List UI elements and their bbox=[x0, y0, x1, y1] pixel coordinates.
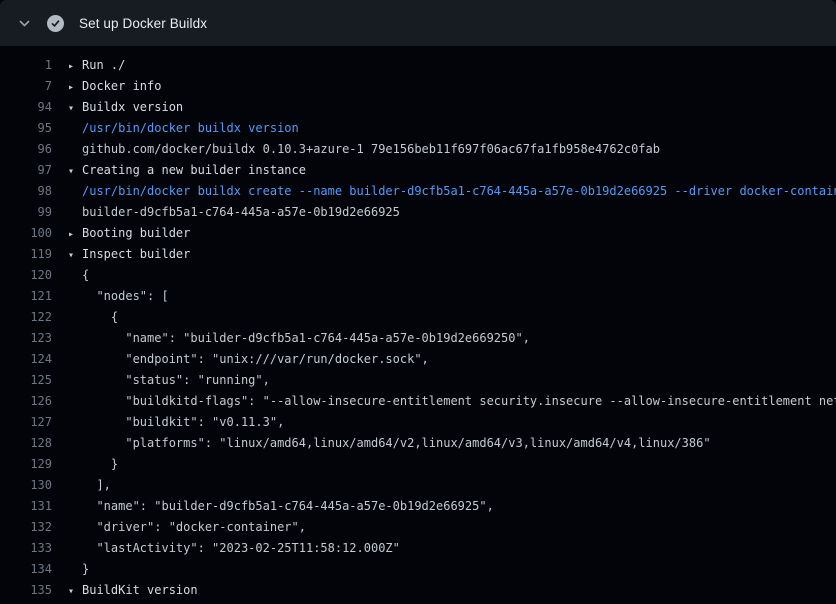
log-group-line[interactable]: 119 ▾Inspect builder bbox=[0, 244, 836, 265]
group-title: ▾BuildKit version bbox=[68, 580, 198, 601]
line-number[interactable]: 7 bbox=[0, 76, 52, 97]
line-number[interactable]: 130 bbox=[0, 475, 52, 496]
command-text: /usr/bin/docker buildx version bbox=[68, 118, 299, 139]
output-text: "name": "builder-d9cfb5a1-c764-445a-a57e… bbox=[68, 496, 494, 517]
line-number[interactable]: 120 bbox=[0, 265, 52, 286]
log-line: 127 "buildkit": "v0.11.3", bbox=[0, 412, 836, 433]
log-line: 121 "nodes": [ bbox=[0, 286, 836, 307]
line-number[interactable]: 127 bbox=[0, 412, 52, 433]
output-text: { bbox=[68, 265, 89, 286]
log-line: 131 "name": "builder-d9cfb5a1-c764-445a-… bbox=[0, 496, 836, 517]
log-line: 132 "driver": "docker-container", bbox=[0, 517, 836, 538]
log-line: 129 } bbox=[0, 454, 836, 475]
command-text: /usr/bin/docker buildx create --name bui… bbox=[68, 181, 836, 202]
group-title: ▸Docker info bbox=[68, 76, 161, 97]
output-text: "buildkitd-flags": "--allow-insecure-ent… bbox=[68, 391, 836, 412]
step-header[interactable]: Set up Docker Buildx bbox=[0, 0, 836, 46]
output-text: github.com/docker/buildx 0.10.3+azure-1 … bbox=[68, 139, 660, 160]
output-text: } bbox=[68, 454, 118, 475]
log-line: 130 ], bbox=[0, 475, 836, 496]
log-line: 123 "name": "builder-d9cfb5a1-c764-445a-… bbox=[0, 328, 836, 349]
log-group-line[interactable]: 7 ▸Docker info bbox=[0, 76, 836, 97]
line-number[interactable]: 128 bbox=[0, 433, 52, 454]
log-group-line[interactable]: 100 ▸Booting builder bbox=[0, 223, 836, 244]
line-number[interactable]: 95 bbox=[0, 118, 52, 139]
line-number[interactable]: 129 bbox=[0, 454, 52, 475]
line-number[interactable]: 131 bbox=[0, 496, 52, 517]
line-number[interactable]: 135 bbox=[0, 580, 52, 601]
line-number[interactable]: 94 bbox=[0, 97, 52, 118]
step-title: Set up Docker Buildx bbox=[79, 16, 207, 31]
log-group-line[interactable]: 1 ▸Run ./ bbox=[0, 55, 836, 76]
log-line: 128 "platforms": "linux/amd64,linux/amd6… bbox=[0, 433, 836, 454]
group-title: ▸Run ./ bbox=[68, 55, 125, 76]
line-number[interactable]: 121 bbox=[0, 286, 52, 307]
output-text: "buildkit": "v0.11.3", bbox=[68, 412, 284, 433]
line-number[interactable]: 125 bbox=[0, 370, 52, 391]
line-number[interactable]: 133 bbox=[0, 538, 52, 559]
group-title: ▾Buildx version bbox=[68, 97, 183, 118]
group-title: ▾Inspect builder bbox=[68, 244, 190, 265]
group-title: ▸Booting builder bbox=[68, 223, 190, 244]
line-number[interactable]: 1 bbox=[0, 55, 52, 76]
output-text: "driver": "docker-container", bbox=[68, 517, 306, 538]
triangle-expanded-icon[interactable]: ▾ bbox=[68, 161, 82, 182]
line-number[interactable]: 97 bbox=[0, 160, 52, 181]
log-group-line[interactable]: 135 ▾BuildKit version bbox=[0, 580, 836, 601]
log-line: 126 "buildkitd-flags": "--allow-insecure… bbox=[0, 391, 836, 412]
line-number[interactable]: 134 bbox=[0, 559, 52, 580]
output-text: { bbox=[68, 307, 118, 328]
triangle-expanded-icon[interactable]: ▾ bbox=[68, 581, 82, 602]
log-line: 124 "endpoint": "unix:///var/run/docker.… bbox=[0, 349, 836, 370]
line-number[interactable]: 126 bbox=[0, 391, 52, 412]
output-text: "name": "builder-d9cfb5a1-c764-445a-a57e… bbox=[68, 328, 530, 349]
output-text: "platforms": "linux/amd64,linux/amd64/v2… bbox=[68, 433, 711, 454]
line-number[interactable]: 96 bbox=[0, 139, 52, 160]
chevron-down-icon[interactable] bbox=[16, 15, 32, 31]
triangle-expanded-icon[interactable]: ▾ bbox=[68, 98, 82, 119]
line-number[interactable]: 99 bbox=[0, 202, 52, 223]
output-text: ], bbox=[68, 475, 111, 496]
log-line: 98/usr/bin/docker buildx create --name b… bbox=[0, 181, 836, 202]
output-text: builder-d9cfb5a1-c764-445a-a57e-0b19d2e6… bbox=[68, 202, 400, 223]
line-number[interactable]: 132 bbox=[0, 517, 52, 538]
output-text: "nodes": [ bbox=[68, 286, 169, 307]
log-line: 122 { bbox=[0, 307, 836, 328]
log-line: 99 builder-d9cfb5a1-c764-445a-a57e-0b19d2… bbox=[0, 202, 836, 223]
log-group-line[interactable]: 97 ▾Creating a new builder instance bbox=[0, 160, 836, 181]
line-number[interactable]: 123 bbox=[0, 328, 52, 349]
log-line: 96 github.com/docker/buildx 0.10.3+azure-… bbox=[0, 139, 836, 160]
triangle-collapsed-icon[interactable]: ▸ bbox=[68, 224, 82, 245]
line-number[interactable]: 122 bbox=[0, 307, 52, 328]
log-line: 120 { bbox=[0, 265, 836, 286]
log-line: 95/usr/bin/docker buildx version bbox=[0, 118, 836, 139]
triangle-collapsed-icon[interactable]: ▸ bbox=[68, 56, 82, 77]
log-group-line[interactable]: 94 ▾Buildx version bbox=[0, 97, 836, 118]
log-output: 1▸Run ./7▸Docker info94▾Buildx version95… bbox=[0, 46, 836, 604]
group-title: ▾Creating a new builder instance bbox=[68, 160, 306, 181]
output-text: "status": "running", bbox=[68, 370, 270, 391]
output-text: "endpoint": "unix:///var/run/docker.sock… bbox=[68, 349, 429, 370]
triangle-expanded-icon[interactable]: ▾ bbox=[68, 245, 82, 266]
line-number[interactable]: 98 bbox=[0, 181, 52, 202]
log-line: 134} bbox=[0, 559, 836, 580]
output-text: } bbox=[68, 559, 89, 580]
line-number[interactable]: 119 bbox=[0, 244, 52, 265]
triangle-collapsed-icon[interactable]: ▸ bbox=[68, 77, 82, 98]
check-circle-icon bbox=[47, 15, 64, 32]
line-number[interactable]: 124 bbox=[0, 349, 52, 370]
log-line: 125 "status": "running", bbox=[0, 370, 836, 391]
log-line: 133 "lastActivity": "2023-02-25T11:58:12… bbox=[0, 538, 836, 559]
line-number[interactable]: 100 bbox=[0, 223, 52, 244]
output-text: "lastActivity": "2023-02-25T11:58:12.000… bbox=[68, 538, 400, 559]
